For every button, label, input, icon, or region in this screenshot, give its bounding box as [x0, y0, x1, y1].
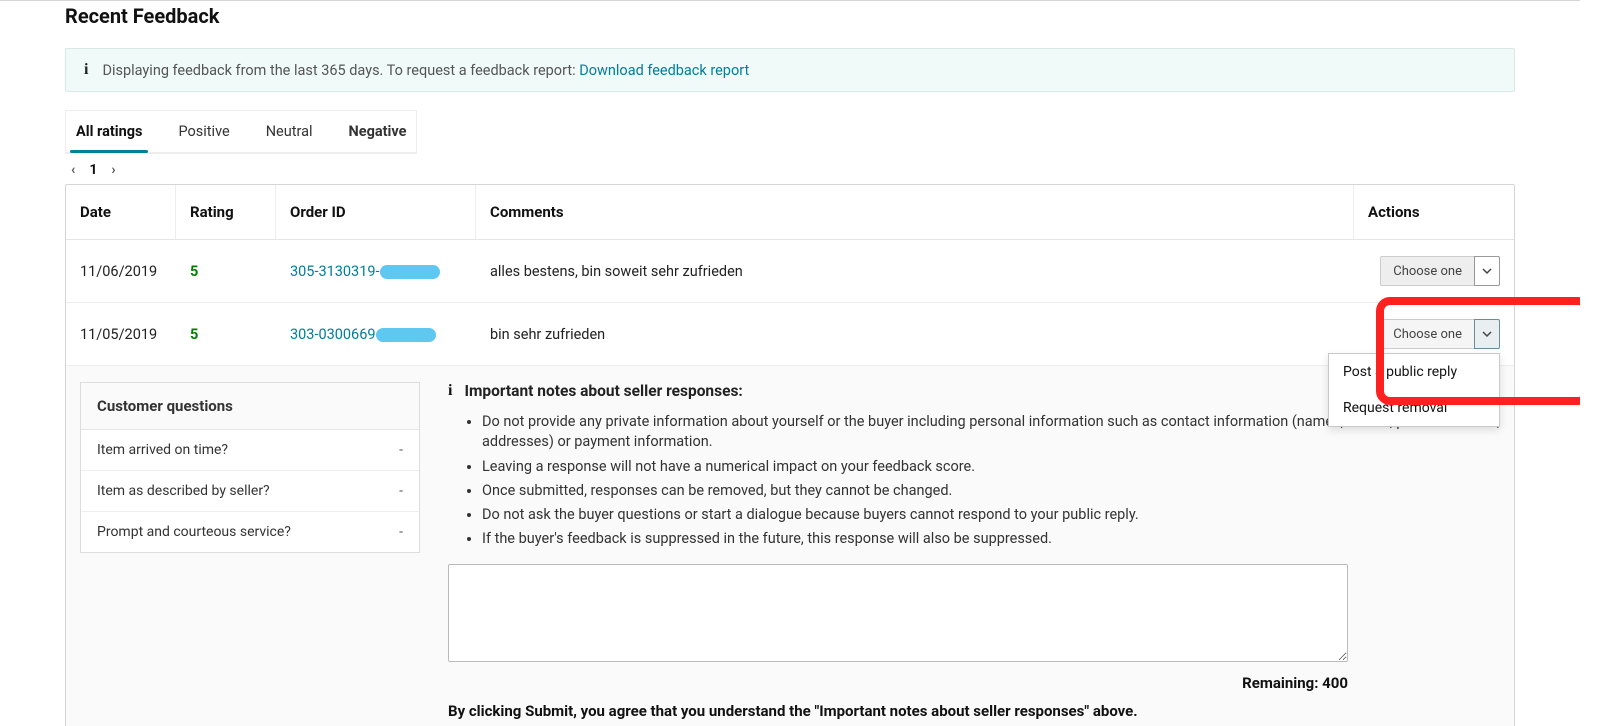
pager: ‹ 1 › [65, 154, 1515, 184]
note-bullet: Once submitted, responses can be removed… [482, 481, 1500, 501]
note-bullet: If the buyer's feedback is suppressed in… [482, 529, 1500, 549]
question-row: Item as described by seller? - [81, 471, 419, 512]
actions-dropdown-label: Choose one [1380, 319, 1474, 349]
question-row: Item arrived on time? - [81, 430, 419, 471]
table-row: 11/05/2019 5 303-0300669 bin sehr zufrie… [66, 303, 1514, 366]
banner-text: Displaying feedback from the last 365 da… [102, 62, 579, 79]
chevron-down-icon[interactable] [1474, 256, 1500, 286]
th-actions: Actions [1354, 185, 1514, 239]
th-date: Date [66, 185, 176, 239]
question-label: Prompt and courteous service? [97, 524, 291, 540]
actions-dropdown[interactable]: Choose one Post a public reply Request r… [1380, 319, 1500, 349]
agree-text: By clicking Submit, you agree that you u… [448, 702, 1500, 720]
info-icon: i [84, 61, 88, 79]
order-link[interactable]: 305-3130319- [290, 263, 440, 280]
cell-order-id: 303-0300669 [276, 304, 476, 365]
customer-questions-panel: Customer questions Item arrived on time?… [80, 382, 420, 726]
order-link[interactable]: 303-0300669 [290, 326, 436, 343]
chevron-down-icon[interactable] [1474, 319, 1500, 349]
dropdown-item-request-removal[interactable]: Request removal [1329, 390, 1499, 426]
redacted-mask [380, 265, 440, 279]
pager-next-icon[interactable]: › [111, 162, 115, 178]
pager-page-number: 1 [89, 162, 97, 178]
redacted-mask [376, 328, 436, 342]
rating-tabs: All ratings Positive Neutral Negative [66, 111, 416, 153]
actions-dropdown-label: Choose one [1380, 256, 1474, 286]
expanded-panel: Customer questions Item arrived on time?… [66, 366, 1514, 726]
tab-neutral[interactable]: Neutral [260, 111, 319, 152]
cell-actions: Choose one [1354, 240, 1514, 302]
cell-rating: 5 [176, 241, 276, 302]
note-bullet: Leaving a response will not have a numer… [482, 457, 1500, 477]
tab-all-ratings[interactable]: All ratings [70, 111, 148, 152]
actions-dropdown[interactable]: Choose one [1380, 256, 1500, 286]
cell-date: 11/05/2019 [66, 304, 176, 365]
seller-response-panel: i Important notes about seller responses… [448, 382, 1500, 726]
notes-title: Important notes about seller responses: [464, 382, 742, 400]
cell-comment: alles bestens, bin soweit sehr zufrieden [476, 241, 1354, 302]
cell-order-id: 305-3130319- [276, 241, 476, 302]
question-label: Item arrived on time? [97, 442, 228, 458]
note-bullet: Do not ask the buyer questions or start … [482, 505, 1500, 525]
question-row: Prompt and courteous service? - [81, 512, 419, 552]
actions-dropdown-menu: Post a public reply Request removal [1328, 353, 1500, 427]
info-icon: i [448, 382, 452, 400]
cell-actions: Choose one Post a public reply Request r… [1354, 303, 1514, 365]
dropdown-item-public-reply[interactable]: Post a public reply [1329, 354, 1499, 390]
section-title: Recent Feedback [65, 4, 1515, 28]
cell-date: 11/06/2019 [66, 241, 176, 302]
pager-prev-icon[interactable]: ‹ [71, 162, 75, 178]
question-value: - [399, 524, 403, 540]
tab-negative[interactable]: Negative [343, 111, 413, 152]
char-remaining: Remaining: 400 [448, 674, 1348, 692]
th-order-id: Order ID [276, 185, 476, 239]
cell-comment: bin sehr zufrieden [476, 304, 1354, 365]
question-value: - [399, 442, 403, 458]
question-value: - [399, 483, 403, 499]
tab-positive[interactable]: Positive [172, 111, 235, 152]
table-row: 11/06/2019 5 305-3130319- alles bestens,… [66, 240, 1514, 303]
download-report-link[interactable]: Download feedback report [579, 62, 749, 79]
question-label: Item as described by seller? [97, 483, 270, 499]
notes-list: Do not provide any private information a… [448, 412, 1500, 550]
feedback-table: Date Rating Order ID Comments Actions 11… [65, 184, 1515, 726]
cell-rating: 5 [176, 304, 276, 365]
th-comments: Comments [476, 185, 1354, 239]
th-rating: Rating [176, 185, 276, 239]
customer-questions-title: Customer questions [81, 383, 419, 430]
table-header: Date Rating Order ID Comments Actions [66, 185, 1514, 240]
info-banner: i Displaying feedback from the last 365 … [65, 48, 1515, 92]
response-textarea[interactable] [448, 564, 1348, 662]
